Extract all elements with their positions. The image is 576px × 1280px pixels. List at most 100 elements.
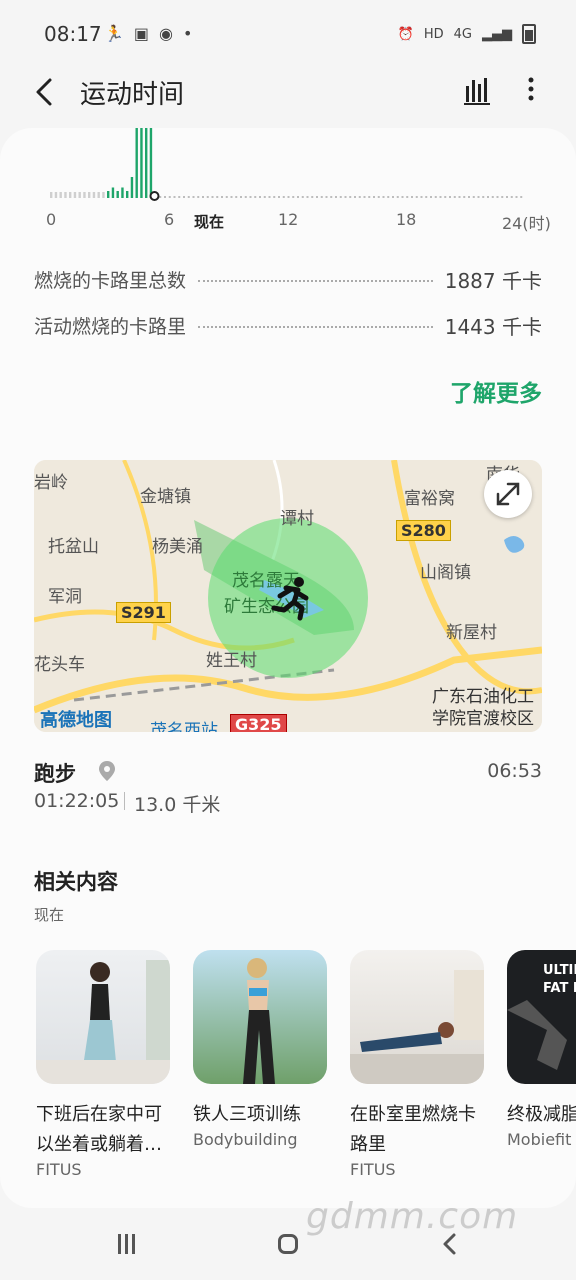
activity-bar [430,196,432,198]
expand-icon [496,482,520,506]
activity-bar [230,196,233,198]
activity-bar [411,196,413,198]
activity-bar [496,196,499,198]
content-card: 0 6 现在 12 18 24(时) 燃烧的卡路里总数 1887 千卡 活动燃烧… [0,128,576,1208]
activity-bar [425,196,428,198]
activity-bar [401,196,404,198]
stat-value: 1443 千卡 [444,314,542,339]
bar-chart-icon[interactable] [460,72,496,108]
now-marker [149,191,160,201]
activity-bar [102,192,105,198]
activity-bar [164,196,166,198]
related-content-subtitle: 现在 [34,906,65,924]
related-item[interactable]: 下班后在家中可以坐着或躺着… FITUS [36,950,172,1179]
highway-shield: S291 [116,602,171,623]
notification-icons: 🏃 ▣ ◉ • [104,24,192,43]
activity-bar [225,196,228,198]
stat-total-calories: 燃烧的卡路里总数 1887 千卡 [34,264,542,294]
alarm-icon: ⏰ [397,26,414,42]
stat-label: 燃烧的卡路里总数 [34,269,187,292]
activity-bar [320,196,323,198]
activity-bar [363,196,366,198]
activity-bar [216,196,219,198]
axis-label-12: 12 [278,210,299,229]
activity-bar [510,196,513,198]
amap-logo: 高德地图 [40,710,112,731]
activity-bar [420,196,423,198]
activity-bar [111,187,115,198]
activity-bar [406,196,409,198]
activity-bar [211,196,214,198]
axis-label-24: 24(时) [502,214,551,233]
home-icon[interactable] [278,1234,298,1254]
related-item-title: 在卧室里燃烧卡路里 [350,1104,476,1155]
activity-bar [377,196,380,198]
map-place-label: 杨美涌 [152,537,203,557]
more-notifications-icon: • [183,24,193,43]
divider [124,792,125,810]
recent-apps-icon[interactable] [116,1232,138,1256]
expand-map-button[interactable] [484,470,532,518]
activity-bar [140,128,143,198]
activity-bar [339,196,342,198]
activity-bar [244,196,247,198]
map-place-label: 茂名西站 [150,721,218,732]
status-icons: ⏰ HD 4G ▂▄▆ [398,24,536,44]
activity-bar [206,196,209,198]
related-item[interactable]: ULTIMATE FAT LOSS 终极减脂 Mobiefit [507,950,576,1149]
map-place-label: 新屋村 [446,623,497,643]
stat-label: 活动燃烧的卡路里 [34,315,187,338]
activity-bar [168,196,171,198]
map-place-label: 岩岭 [34,473,68,493]
activity-bar [197,196,200,198]
activity-bar [373,196,375,198]
related-item-title: 终极减脂 [507,1104,576,1125]
activity-bar [520,196,523,198]
activity-bar [330,196,333,198]
related-item[interactable]: 铁人三项训练 Bodybuilding [193,950,329,1149]
related-item[interactable]: 在卧室里燃烧卡路里 FITUS [350,950,486,1179]
hourly-activity-chart: 0 6 现在 12 18 24(时) [0,128,576,238]
activity-bar [159,196,162,198]
activity-bar [54,192,58,198]
activity-bar [59,192,62,198]
learn-more-link[interactable]: 了解更多 [450,374,542,408]
activity-bar [297,196,299,198]
activity-bar [472,196,475,198]
activity-bar [268,196,271,198]
workout-photo [243,958,275,1084]
status-bar: 08:17 🏃 ▣ ◉ • ⏰ HD 4G ▂▄▆ [0,0,576,64]
back-arrow-icon[interactable] [28,74,64,110]
running-person-icon [271,577,309,621]
map-place-label: 山阁镇 [420,563,471,583]
signal-icon: ▂▄▆ [482,26,512,42]
activity-bar [501,196,504,198]
activity-bar [387,196,390,198]
activity-bar [477,196,480,198]
map-place-label: 军洞 [48,587,82,607]
more-options-icon[interactable] [516,72,546,108]
activity-bar [126,191,129,198]
activity-bar [506,196,508,198]
activity-bar [306,196,309,198]
activity-bar [358,196,361,198]
related-item-source: Bodybuilding [193,1130,298,1149]
stat-active-calories: 活动燃烧的卡路里 1443 千卡 [34,310,542,340]
hd-indicator: HD [423,26,444,42]
activity-bar [278,196,280,198]
route-map[interactable]: 岩岭 金塘镇 谭村 富裕窝 南华 托盆山 杨美涌 山阁镇 军洞 新屋村 花头车 … [34,460,542,732]
activity-duration: 01:22:05 [34,790,120,812]
related-item-title: 铁人三项训练 [193,1104,301,1125]
activity-bar [235,196,238,198]
watermark: gdmm.com [306,1196,519,1237]
activity-bar [453,196,456,198]
activity-bar [69,192,72,198]
stat-value: 1887 千卡 [444,268,542,293]
axis-label-6: 6 [164,210,175,229]
activity-bar [178,196,181,198]
activity-bar [344,196,347,198]
activity-bar [468,196,470,198]
activity-bar [349,196,352,198]
dotted-leader [198,280,433,282]
related-item-title: 下班后在家中可以坐着或躺着… [36,1104,162,1155]
